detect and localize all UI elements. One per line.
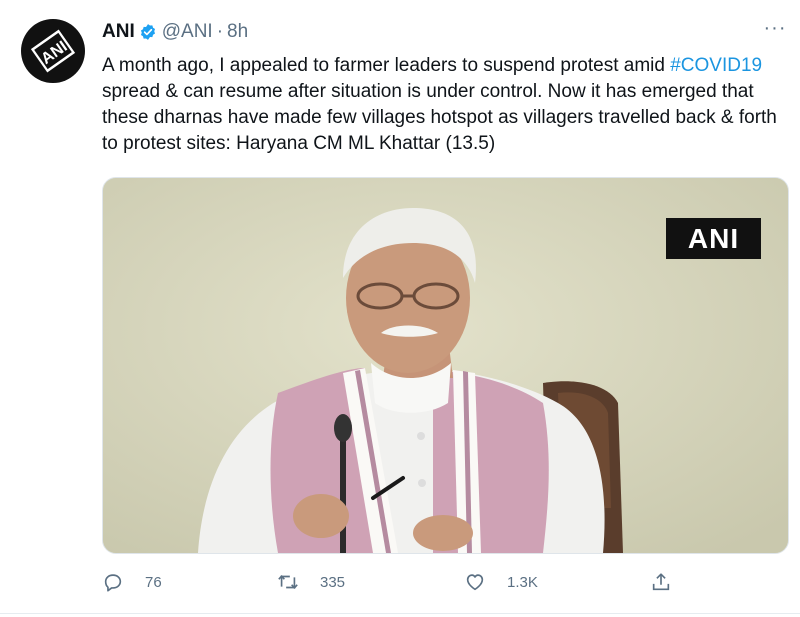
like-icon — [466, 574, 484, 591]
tweet-text-part-2: spread & can resume after situation is u… — [102, 81, 777, 154]
tweet-actions: 76 335 1.3K — [102, 565, 792, 599]
tweet-timestamp[interactable]: 8h — [227, 21, 248, 43]
reply-icon — [104, 574, 122, 592]
author-display-name[interactable]: ANI — [102, 21, 135, 43]
retweet-button[interactable]: 335 — [277, 565, 345, 599]
retweet-count: 335 — [320, 573, 346, 591]
retweet-icon — [278, 575, 298, 589]
like-count: 1.3K — [507, 573, 538, 591]
media-watermark: ANI — [666, 218, 761, 259]
tweet-header: ANI @ANI · 8h — [102, 20, 248, 44]
verified-badge-icon — [140, 24, 155, 40]
tweet-text-part-1: A month ago, I appealed to farmer leader… — [102, 55, 671, 76]
like-button[interactable]: 1.3K — [464, 565, 538, 599]
more-icon[interactable]: ··· — [760, 18, 790, 42]
reply-count: 76 — [145, 573, 162, 591]
hashtag-link[interactable]: #COVID19 — [670, 55, 762, 76]
tweet-text: A month ago, I appealed to farmer leader… — [102, 53, 792, 157]
tweet-divider — [0, 613, 800, 614]
author-handle[interactable]: @ANI — [162, 21, 213, 43]
reply-button[interactable]: 76 — [102, 565, 162, 599]
ani-logo-icon: ANI — [30, 29, 76, 73]
author-avatar[interactable]: ANI — [21, 19, 85, 83]
tweet-media-video[interactable]: ANI — [102, 177, 789, 554]
separator-dot: · — [216, 21, 224, 42]
share-button[interactable] — [650, 565, 672, 599]
share-icon — [652, 573, 670, 591]
